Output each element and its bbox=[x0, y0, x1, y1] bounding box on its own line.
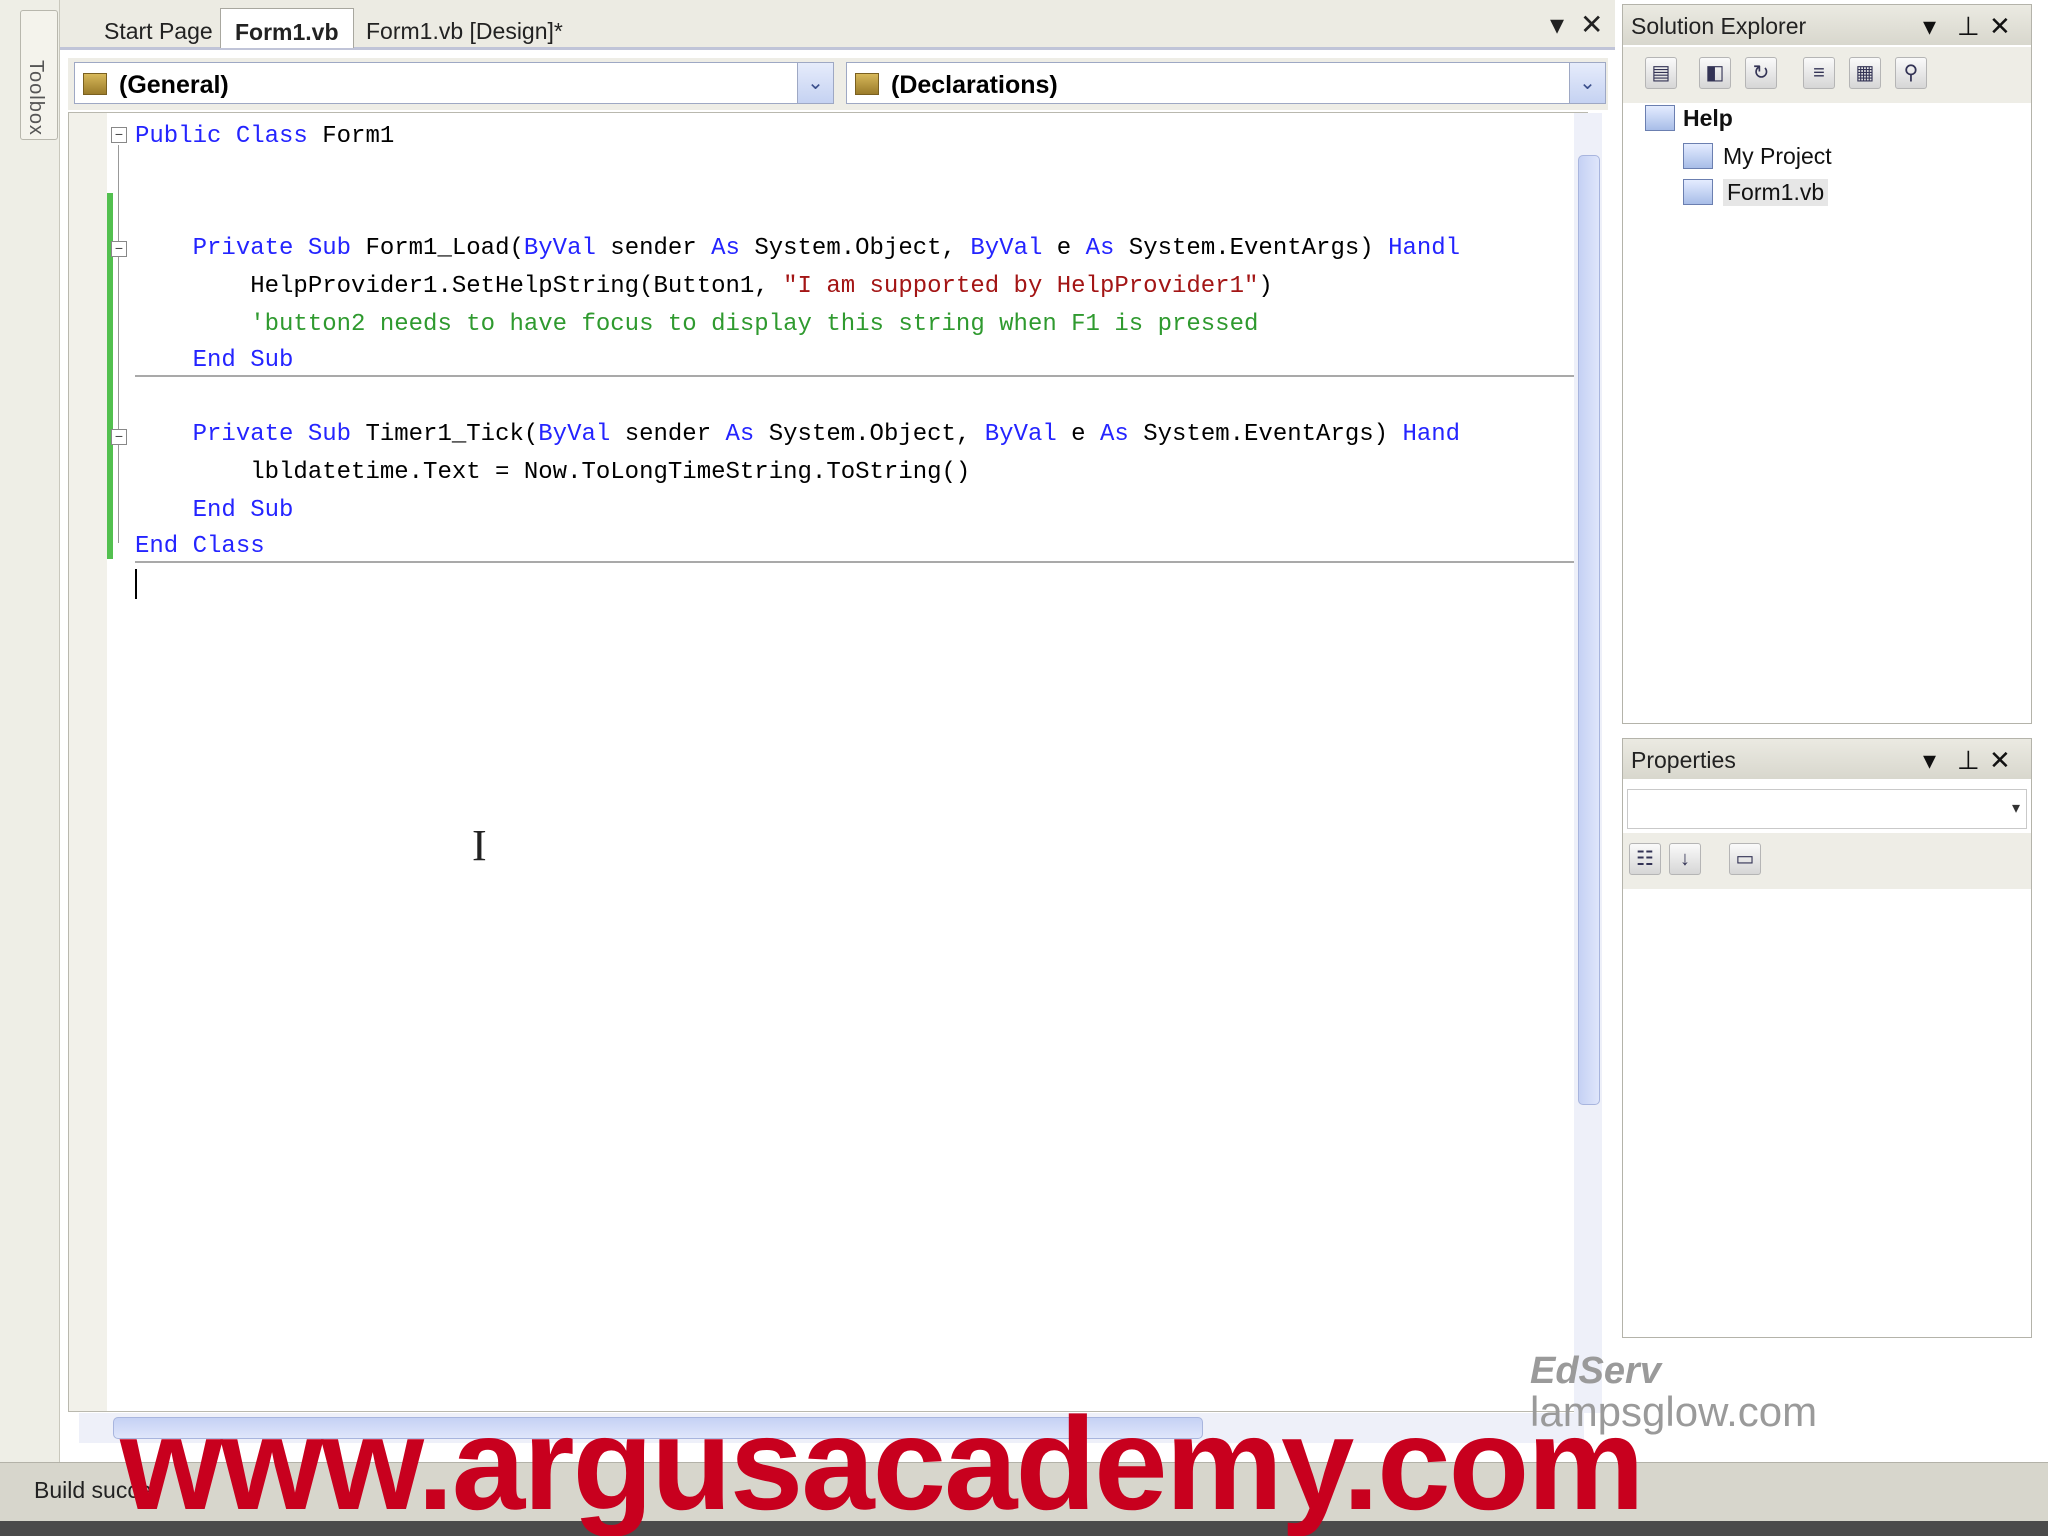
properties-toolbar: ☷ ↓ ▭ bbox=[1623, 833, 2031, 889]
alphabetical-icon[interactable]: ↓ bbox=[1669, 843, 1701, 875]
code-line: End Sub bbox=[192, 497, 294, 524]
close-icon[interactable]: ✕ bbox=[1989, 745, 2011, 776]
outline-line bbox=[118, 145, 119, 543]
class-diagram-icon[interactable]: ⚲ bbox=[1895, 57, 1927, 89]
properties-title: Properties bbox=[1631, 747, 1736, 773]
watermark-text: www.argusacademy.com bbox=[120, 1390, 1645, 1536]
chevron-down-icon[interactable]: ⌄ bbox=[797, 63, 833, 103]
code-line: Private Sub Form1_Load(ByVal sender As S… bbox=[192, 235, 1461, 262]
vertical-scrollbar[interactable] bbox=[1574, 113, 1602, 1413]
document-tab-bar: Start Page Form1.vb Form1.vb [Design]* ▾… bbox=[60, 0, 1615, 50]
categorized-icon[interactable]: ☷ bbox=[1629, 843, 1661, 875]
object-selector-combo[interactable]: ▾ bbox=[1627, 789, 2027, 829]
properties-icon[interactable]: ▤ bbox=[1645, 57, 1677, 89]
toolbox-label: Toolbox bbox=[25, 60, 47, 136]
solution-explorer-panel: Solution Explorer ▾ ⊥ ✕ ▤ ◧ ↻ ≡ ▦ ⚲ Help… bbox=[1622, 4, 2032, 724]
procedure-separator bbox=[135, 375, 1575, 377]
vertical-scroll-thumb[interactable] bbox=[1578, 155, 1600, 1105]
editor-margin bbox=[69, 113, 107, 1411]
panel-menu-icon[interactable]: ▾ bbox=[1923, 745, 1936, 776]
code-line: End Sub bbox=[192, 347, 294, 374]
method-name-value: (Declarations) bbox=[891, 71, 1058, 99]
tab-form1-design[interactable]: Form1.vb [Design]* bbox=[352, 8, 577, 48]
view-code-icon[interactable]: ≡ bbox=[1803, 57, 1835, 89]
tab-start-page[interactable]: Start Page bbox=[90, 8, 227, 48]
code-line: HelpProvider1.SetHelpString(Button1, "I … bbox=[250, 273, 1273, 300]
tree-item-project[interactable]: Help bbox=[1683, 105, 1733, 132]
code-line: 'button2 needs to have focus to display … bbox=[250, 311, 1259, 338]
class-name-combo[interactable]: (General) ⌄ bbox=[74, 62, 834, 104]
class-name-value: (General) bbox=[119, 71, 229, 99]
view-designer-icon[interactable]: ▦ bbox=[1849, 57, 1881, 89]
refresh-icon[interactable]: ↻ bbox=[1745, 57, 1777, 89]
collapse-timer1-tick-icon[interactable]: − bbox=[111, 429, 127, 445]
solution-explorer-header: Solution Explorer ▾ ⊥ ✕ bbox=[1623, 5, 2031, 45]
code-line: Public Class Form1 bbox=[135, 123, 395, 150]
tree-item-my-project[interactable]: My Project bbox=[1723, 143, 1832, 170]
project-icon bbox=[1645, 105, 1675, 131]
show-all-files-icon[interactable]: ◧ bbox=[1699, 57, 1731, 89]
collapse-class-icon[interactable]: − bbox=[111, 127, 127, 143]
collapse-form1-load-icon[interactable]: − bbox=[111, 241, 127, 257]
close-icon[interactable]: ✕ bbox=[1989, 11, 2011, 42]
method-name-combo[interactable]: (Declarations) ⌄ bbox=[846, 62, 1606, 104]
pin-icon[interactable]: ⊥ bbox=[1957, 11, 1980, 42]
solution-explorer-toolbar: ▤ ◧ ↻ ≡ ▦ ⚲ bbox=[1623, 47, 2031, 103]
toolbox-strip: Toolbox bbox=[0, 0, 60, 1462]
tab-form1-vb[interactable]: Form1.vb bbox=[220, 8, 354, 48]
my-project-icon bbox=[1683, 143, 1713, 169]
code-editor[interactable]: − − − Public Class Form1 Private Sub For… bbox=[68, 112, 1602, 1443]
class-icon bbox=[83, 73, 107, 95]
properties-panel: Properties ▾ ⊥ ✕ ▾ ☷ ↓ ▭ bbox=[1622, 738, 2032, 1338]
solution-explorer-title: Solution Explorer bbox=[1631, 13, 1807, 39]
code-line: Private Sub Timer1_Tick(ByVal sender As … bbox=[192, 421, 1461, 448]
code-line: lbldatetime.Text = Now.ToLongTimeString.… bbox=[250, 459, 971, 486]
method-icon bbox=[855, 73, 879, 95]
vb-file-icon bbox=[1683, 179, 1713, 205]
panel-menu-icon[interactable]: ▾ bbox=[1923, 11, 1936, 42]
pin-icon[interactable]: ⊥ bbox=[1957, 745, 1980, 776]
text-cursor-icon: I bbox=[472, 821, 487, 870]
chevron-down-icon[interactable]: ⌄ bbox=[1569, 63, 1605, 103]
chevron-down-icon[interactable]: ▾ bbox=[2012, 798, 2020, 818]
tab-list-dropdown-icon[interactable]: ▾ bbox=[1550, 8, 1564, 41]
edserv-logo: EdServ bbox=[1530, 1350, 1661, 1392]
code-line: End Class bbox=[135, 533, 265, 560]
close-document-icon[interactable]: ✕ bbox=[1580, 8, 1603, 41]
tree-item-form1-vb[interactable]: Form1.vb bbox=[1723, 179, 1829, 206]
procedure-separator bbox=[135, 561, 1575, 563]
property-pages-icon[interactable]: ▭ bbox=[1729, 843, 1761, 875]
properties-header: Properties ▾ ⊥ ✕ bbox=[1623, 739, 2031, 779]
code-navigation-bar: (General) ⌄ (Declarations) ⌄ bbox=[68, 58, 1608, 110]
text-caret bbox=[135, 569, 137, 599]
